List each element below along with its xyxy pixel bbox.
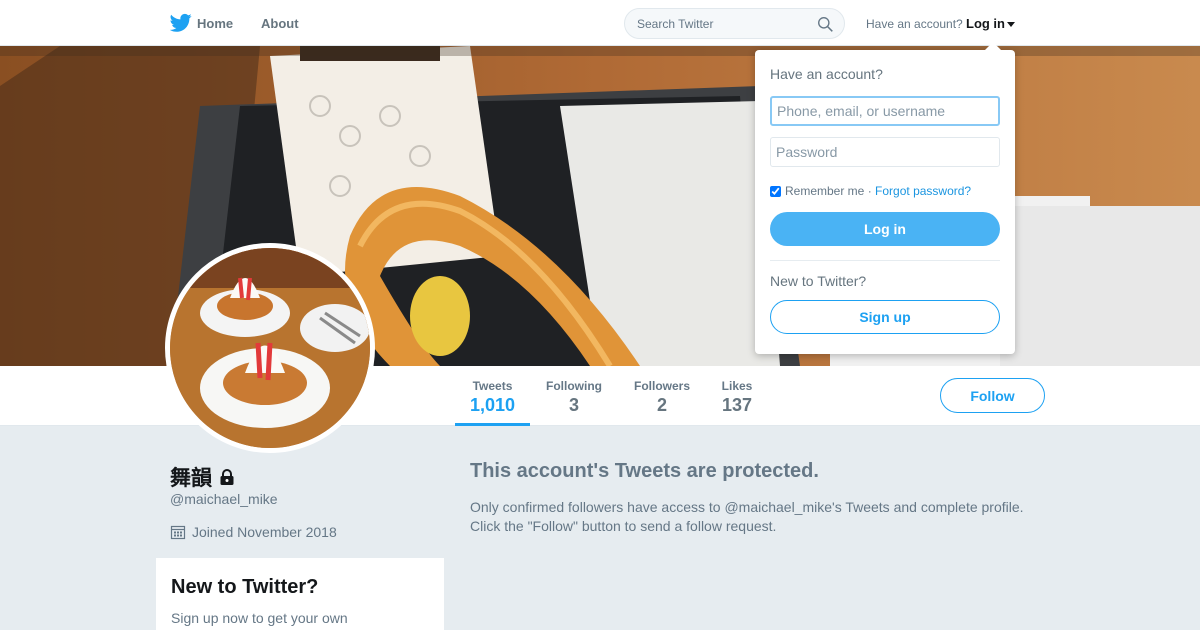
forgot-password-link[interactable]: Forgot password? (875, 184, 971, 198)
avatar-image (170, 248, 370, 448)
profile-name-text: 舞韻 (170, 467, 212, 490)
new-to-twitter-label: New to Twitter? (770, 273, 867, 289)
stat-tweets[interactable]: Tweets 1,010 (455, 366, 530, 426)
signup-button[interactable]: Sign up (770, 300, 1000, 334)
follow-button[interactable]: Follow (940, 378, 1045, 413)
nav-home-label: Home (197, 15, 234, 31)
top-navigation-bar: Home About Search Twitter Have an accoun… (0, 0, 1200, 46)
username-input[interactable] (770, 96, 1000, 126)
dropdown-divider (770, 260, 1000, 261)
login-dropdown: Have an account? Remember me · Forgot pa… (755, 42, 1015, 354)
profile-name: 舞韻 (170, 462, 236, 492)
stat-likes-label: Likes (721, 379, 753, 393)
stat-tweets-value: 1,010 (469, 395, 516, 415)
remember-row: Remember me · Forgot password? (770, 184, 971, 198)
have-account-text: Have an account? (866, 17, 963, 31)
stat-following-label: Following (546, 379, 602, 393)
login-button[interactable]: Log in (770, 212, 1000, 246)
login-dropdown-toggle[interactable]: Log in (966, 16, 1015, 31)
stat-likes-value: 137 (721, 395, 753, 415)
password-input[interactable] (770, 137, 1000, 167)
profile-handle[interactable]: @maichael_mike (170, 491, 278, 507)
new-card-body: Sign up now to get your own personalized… (171, 610, 348, 626)
join-date-text: Joined November 2018 (192, 524, 337, 540)
stat-followers[interactable]: Followers 2 (628, 366, 696, 426)
remember-separator: · (867, 184, 872, 198)
login-dropdown-title: Have an account? (770, 66, 883, 82)
twitter-bird-icon (170, 13, 192, 32)
login-link-label: Log in (966, 16, 1005, 31)
new-card-title: New to Twitter? (171, 576, 319, 598)
caret-down-icon (1007, 22, 1015, 28)
profile-avatar[interactable] (165, 243, 375, 453)
lock-icon (220, 469, 234, 485)
search-placeholder: Search Twitter (637, 17, 714, 31)
nav-home-link[interactable]: Home (170, 13, 233, 33)
search-icon[interactable] (817, 16, 834, 33)
stat-followers-value: 2 (656, 395, 667, 415)
protected-message: Only confirmed followers have access to … (470, 499, 1024, 534)
join-date: Joined November 2018 (170, 524, 337, 540)
remember-me-label[interactable]: Remember me (785, 184, 864, 198)
stat-following[interactable]: Following 3 (540, 366, 608, 426)
stat-likes[interactable]: Likes 137 (712, 366, 762, 426)
stat-tweets-label: Tweets (472, 379, 513, 393)
stat-following-value: 3 (568, 395, 579, 415)
protected-title: This account's Tweets are protected. (470, 460, 819, 482)
new-to-twitter-card: New to Twitter? Sign up now to get your … (156, 558, 444, 630)
nav-about-link[interactable]: About (261, 16, 299, 31)
remember-me-checkbox[interactable] (770, 185, 781, 197)
calendar-icon (170, 525, 186, 540)
search-input[interactable]: Search Twitter (624, 8, 845, 39)
stat-followers-label: Followers (633, 379, 690, 393)
